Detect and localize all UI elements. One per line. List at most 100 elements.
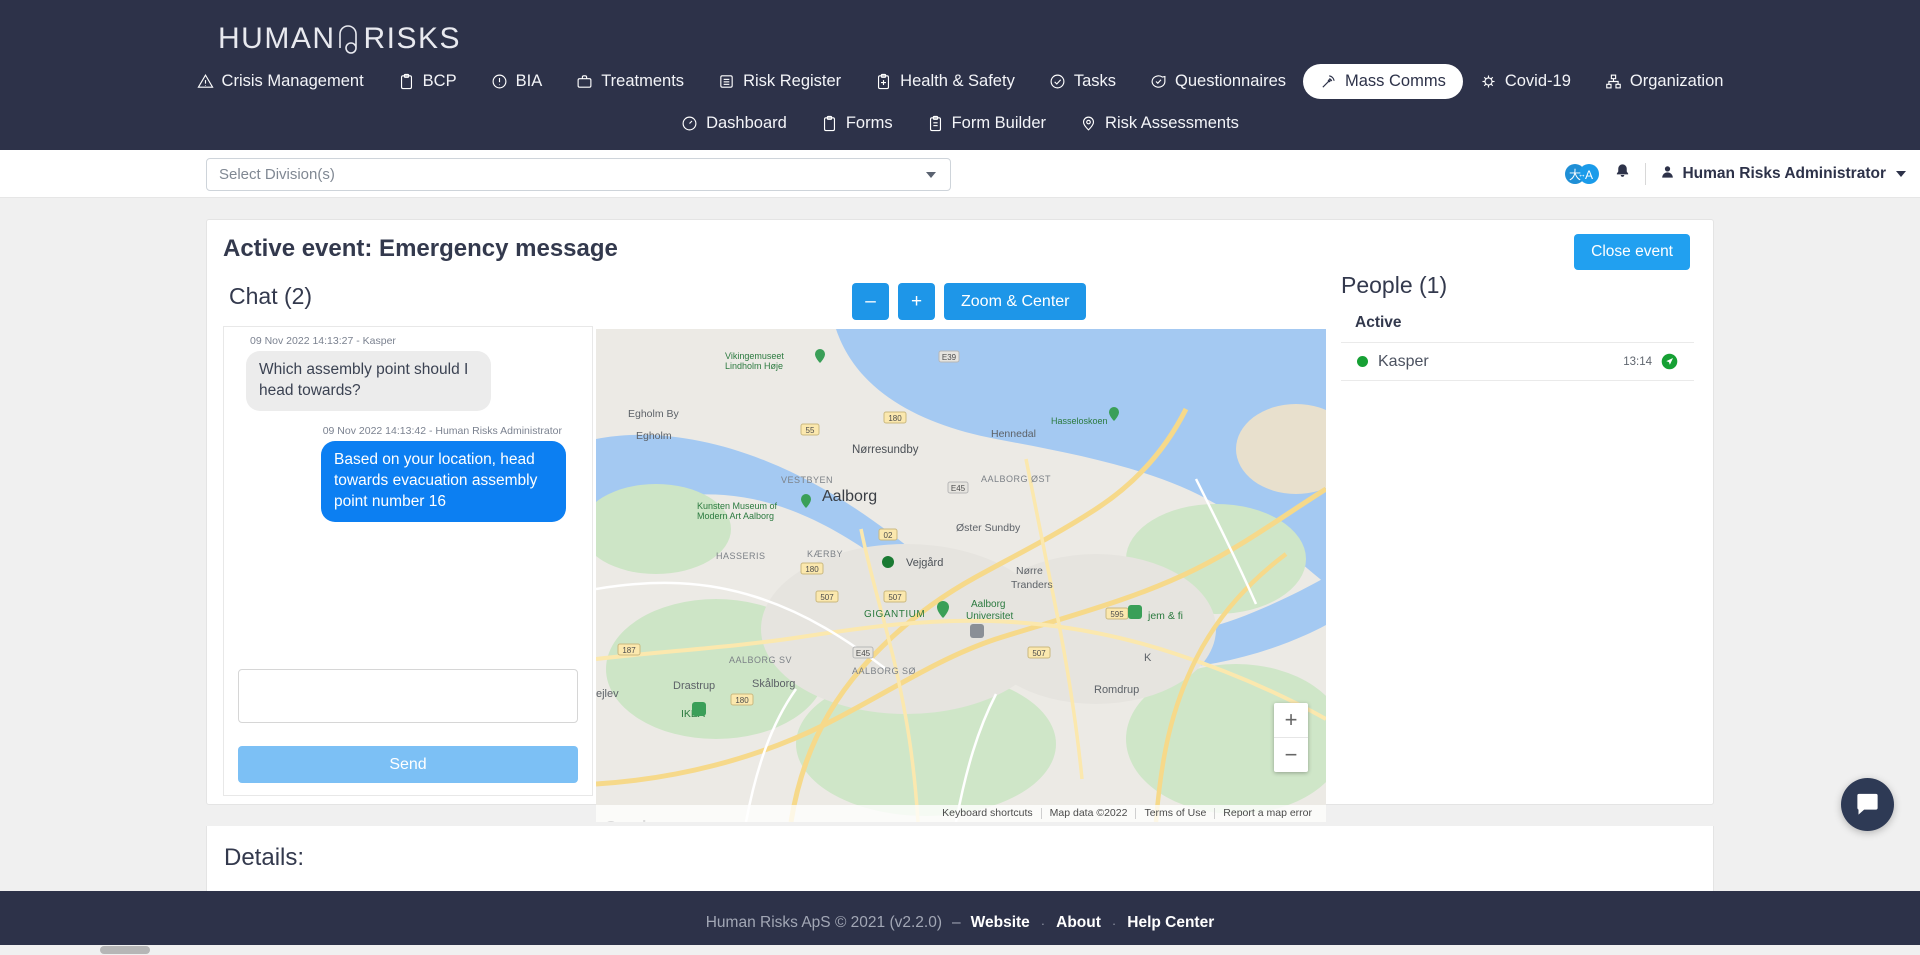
svg-text:ejlev: ejlev [596, 688, 619, 700]
nav-item-questionnaires[interactable]: Questionnaires [1133, 64, 1303, 99]
location-arrow-icon[interactable] [1661, 353, 1678, 370]
svg-text:Hasseloskoen: Hasseloskoen [1051, 416, 1108, 426]
scrollbar-thumb[interactable] [100, 946, 150, 954]
clipboard-icon [821, 115, 838, 132]
brand-logo[interactable]: HUMAN RISKS [218, 22, 461, 56]
warning-triangle-icon [196, 73, 214, 90]
map-attribution: Keyboard shortcuts Map data ©2022 Terms … [596, 805, 1326, 822]
footer-link-about[interactable]: About [1056, 914, 1101, 932]
logo-connector-icon [338, 25, 357, 54]
medical-clipboard-icon [875, 73, 892, 90]
nav-item-dashboard[interactable]: Dashboard [664, 106, 804, 141]
footer-separator: · [1111, 915, 1117, 931]
virus-icon [1480, 73, 1497, 90]
svg-text:Aalborg: Aalborg [822, 488, 877, 505]
svg-text:Kunsten Museum of: Kunsten Museum of [697, 501, 778, 511]
chat-input[interactable] [238, 669, 578, 723]
nav-label: Health & Safety [900, 72, 1015, 90]
svg-text:Modern Art Aalborg: Modern Art Aalborg [697, 511, 774, 521]
svg-text:Egholm: Egholm [636, 430, 672, 442]
footer-link-help-center[interactable]: Help Center [1127, 914, 1214, 932]
svg-text:180: 180 [735, 696, 749, 705]
footer-dash: – [952, 914, 961, 931]
footer-link-website[interactable]: Website [971, 914, 1030, 932]
nav-item-tasks[interactable]: Tasks [1032, 64, 1133, 99]
svg-text:Nørresundby: Nørresundby [852, 444, 919, 456]
terms-of-use-link[interactable]: Terms of Use [1135, 808, 1214, 819]
logo-text-human: HUMAN [218, 22, 336, 55]
people-panel: People (1) Active Kasper 13:14 [1327, 272, 1712, 381]
nav-label: Treatments [601, 72, 685, 90]
map-zoom-out-button[interactable]: – [852, 283, 889, 320]
nav-item-organization[interactable]: Organization [1588, 64, 1741, 99]
content-area: Active event: Emergency message Close ev… [0, 198, 1920, 936]
svg-text:A: A [1585, 168, 1593, 182]
chevron-down-icon [926, 172, 936, 178]
map-zoom-in-button[interactable]: + [898, 283, 935, 320]
bell-icon[interactable] [1614, 162, 1631, 187]
svg-text:E45: E45 [951, 484, 966, 493]
translate-icon[interactable]: 大 A ↔ [1564, 163, 1600, 185]
svg-text:02: 02 [884, 531, 893, 540]
svg-text:180: 180 [888, 414, 902, 423]
nav-label: Tasks [1073, 72, 1117, 90]
svg-text:↔: ↔ [1578, 170, 1586, 179]
status-online-icon [1357, 356, 1368, 367]
info-circle-icon [491, 73, 508, 90]
location-pin-icon [1080, 115, 1097, 132]
people-list-item[interactable]: Kasper 13:14 [1341, 342, 1694, 381]
svg-text:Universitet: Universitet [966, 611, 1013, 622]
nav-item-bcp[interactable]: BCP [381, 64, 474, 99]
support-chat-button[interactable] [1841, 778, 1894, 831]
svg-text:jem & fi: jem & fi [1147, 610, 1183, 622]
map-controls: – + Zoom & Center [852, 283, 1326, 320]
svg-text:VESTBYEN: VESTBYEN [781, 475, 833, 485]
nav-item-covid-19[interactable]: Covid-19 [1463, 64, 1588, 99]
svg-text:507: 507 [888, 593, 902, 602]
map-data-text: Map data ©2022 [1040, 808, 1136, 819]
svg-text:AALBORG SØ: AALBORG SØ [852, 666, 916, 676]
svg-text:Lindholm Høje: Lindholm Høje [725, 361, 783, 371]
check-circle-icon [1049, 73, 1066, 90]
svg-text:Vejgård: Vejgård [906, 557, 943, 569]
nav-item-health-safety[interactable]: Health & Safety [858, 64, 1032, 99]
chat-message-meta: 09 Nov 2022 14:13:27 - Kasper [250, 335, 396, 347]
nav-item-treatments[interactable]: Treatments [559, 64, 701, 99]
horizontal-scrollbar[interactable] [0, 945, 1920, 955]
svg-text:Aalborg: Aalborg [971, 599, 1005, 610]
sub-header-bar: Select Division(s) 大 A ↔ Human Risks Adm… [0, 150, 1920, 198]
chat-message-bubble: Which assembly point should I head towar… [246, 351, 491, 411]
list-icon [718, 73, 735, 90]
user-menu[interactable]: Human Risks Administrator [1660, 164, 1906, 185]
nav-item-form-builder[interactable]: Form Builder [910, 106, 1063, 141]
svg-text:E39: E39 [942, 353, 957, 362]
nav-item-mass-comms[interactable]: Mass Comms [1303, 64, 1463, 99]
svg-text:55: 55 [806, 426, 815, 435]
svg-text:GIGANTIUM: GIGANTIUM [864, 609, 925, 620]
map-zoom-in-control[interactable]: + [1274, 703, 1308, 737]
svg-text:KÆRBY: KÆRBY [807, 549, 843, 559]
nav-item-forms[interactable]: Forms [804, 106, 910, 141]
report-map-error-link[interactable]: Report a map error [1214, 808, 1320, 819]
svg-text:E45: E45 [856, 649, 871, 658]
send-button[interactable]: Send [238, 746, 578, 783]
nav-item-crisis-management[interactable]: Crisis Management [180, 64, 381, 99]
nav-item-risk-register[interactable]: Risk Register [701, 64, 858, 99]
google-map[interactable]: E39 55 180 E45 02 180 507 507 507 595 18… [596, 329, 1326, 822]
app-root: HUMAN RISKS Crisis Management BCP BIA Tr… [0, 0, 1920, 955]
zoom-and-center-button[interactable]: Zoom & Center [944, 283, 1087, 320]
speedometer-icon [681, 115, 698, 132]
svg-text:Romdrup: Romdrup [1094, 684, 1139, 696]
left-rail [0, 198, 10, 913]
division-select[interactable]: Select Division(s) [206, 158, 951, 191]
svg-text:187: 187 [622, 646, 636, 655]
map-zoom-out-control[interactable]: − [1274, 738, 1308, 772]
keyboard-shortcuts-link[interactable]: Keyboard shortcuts [934, 808, 1040, 819]
people-title: People (1) [1341, 272, 1448, 298]
nav-item-bia[interactable]: BIA [474, 64, 560, 99]
nav-item-risk-assessments[interactable]: Risk Assessments [1063, 106, 1256, 141]
svg-text:507: 507 [820, 593, 834, 602]
close-event-button[interactable]: Close event [1574, 234, 1690, 270]
svg-text:Nørre: Nørre [1016, 565, 1043, 577]
footer-copyright: Human Risks ApS © 2021 (v2.2.0) [705, 914, 943, 931]
